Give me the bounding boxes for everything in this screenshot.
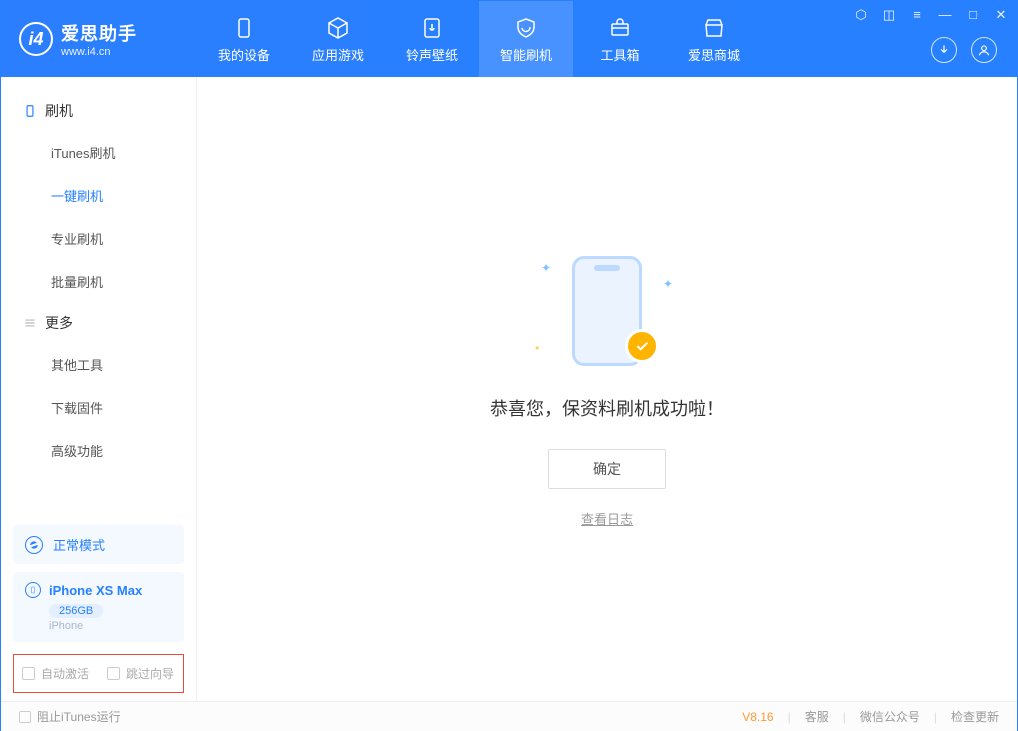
checkbox-auto-activate[interactable]: 自动激活 [22,665,89,682]
app-title: 爱思助手 [61,20,137,46]
status-bar: 阻止iTunes运行 V8.16 | 客服 | 微信公众号 | 检查更新 [1,701,1017,731]
sparkle-icon: ✦ [541,261,551,275]
tshirt-icon[interactable]: ⬡ [853,7,869,23]
sparkle-icon: ✦ [663,277,673,291]
success-message: 恭喜您，保资料刷机成功啦！ [490,395,724,421]
tab-my-device[interactable]: 我的设备 [197,1,291,77]
user-icon[interactable] [971,37,997,63]
footer-link-wechat[interactable]: 微信公众号 [860,708,920,725]
refresh-shield-icon [513,15,539,41]
cube-icon [325,15,351,41]
tab-toolbox[interactable]: 工具箱 [573,1,667,77]
footer-link-support[interactable]: 客服 [805,708,829,725]
sidebar-item-download-firmware[interactable]: 下载固件 [1,386,196,429]
sidebar-item-itunes-flash[interactable]: iTunes刷机 [1,131,196,174]
logo-area: i4 爱思助手 www.i4.cn [1,20,197,58]
music-note-icon [419,15,445,41]
minimize-button[interactable]: — [937,7,953,23]
sidebar-group-flash: 刷机 [1,91,196,131]
maximize-button[interactable]: □ [965,7,981,23]
sidebar-item-pro-flash[interactable]: 专业刷机 [1,217,196,260]
app-header: i4 爱思助手 www.i4.cn 我的设备 应用游戏 铃声壁纸 智能刷机 工具… [1,1,1017,77]
tab-smart-flash[interactable]: 智能刷机 [479,1,573,77]
version-label: V8.16 [742,710,773,724]
checkbox-icon [22,667,35,680]
checkbox-icon [107,667,120,680]
tab-ringtone-wallpaper[interactable]: 铃声壁纸 [385,1,479,77]
sidebar-item-batch-flash[interactable]: 批量刷机 [1,260,196,303]
main-tabs: 我的设备 应用游戏 铃声壁纸 智能刷机 工具箱 爱思商城 [197,1,761,77]
sidebar-item-other-tools[interactable]: 其他工具 [1,343,196,386]
options-highlight: 自动激活 跳过向导 [13,654,184,693]
toolbox-icon [607,15,633,41]
sidebar: 刷机 iTunes刷机 一键刷机 专业刷机 批量刷机 更多 其他工具 下载固件 … [1,77,197,701]
device-storage: 256GB [49,604,103,618]
feedback-icon[interactable]: ◫ [881,7,897,23]
confirm-button[interactable]: 确定 [548,449,666,489]
footer-link-update[interactable]: 检查更新 [951,708,999,725]
device-type: iPhone [49,620,172,632]
sidebar-item-oneclick-flash[interactable]: 一键刷机 [1,174,196,217]
shop-icon [701,15,727,41]
check-badge-icon [625,329,659,363]
mode-card[interactable]: 正常模式 [13,525,184,564]
device-icon [231,15,257,41]
sidebar-item-advanced[interactable]: 高级功能 [1,429,196,472]
window-controls: ⬡ ◫ ≡ — □ ✕ [853,7,1009,23]
checkbox-block-itunes[interactable]: 阻止iTunes运行 [19,708,121,725]
checkbox-icon [19,711,31,723]
tab-store[interactable]: 爱思商城 [667,1,761,77]
device-name: iPhone XS Max [49,583,142,598]
app-subtitle: www.i4.cn [61,46,137,58]
sparkle-icon: • [535,341,539,355]
sync-icon [25,536,43,554]
menu-icon[interactable]: ≡ [909,7,925,23]
checkbox-skip-guide[interactable]: 跳过向导 [107,665,174,682]
logo-icon: i4 [19,22,53,56]
sidebar-group-more: 更多 [1,303,196,343]
header-action-icons [931,37,997,63]
tab-apps-games[interactable]: 应用游戏 [291,1,385,77]
download-icon[interactable] [931,37,957,63]
device-card[interactable]: iPhone XS Max 256GB iPhone [13,572,184,642]
phone-icon [25,582,41,598]
view-log-link[interactable]: 查看日志 [581,509,633,528]
success-illustration: ✦ ✦ • [547,251,667,371]
main-content: ✦ ✦ • 恭喜您，保资料刷机成功啦！ 确定 查看日志 [197,77,1017,701]
close-button[interactable]: ✕ [993,7,1009,23]
